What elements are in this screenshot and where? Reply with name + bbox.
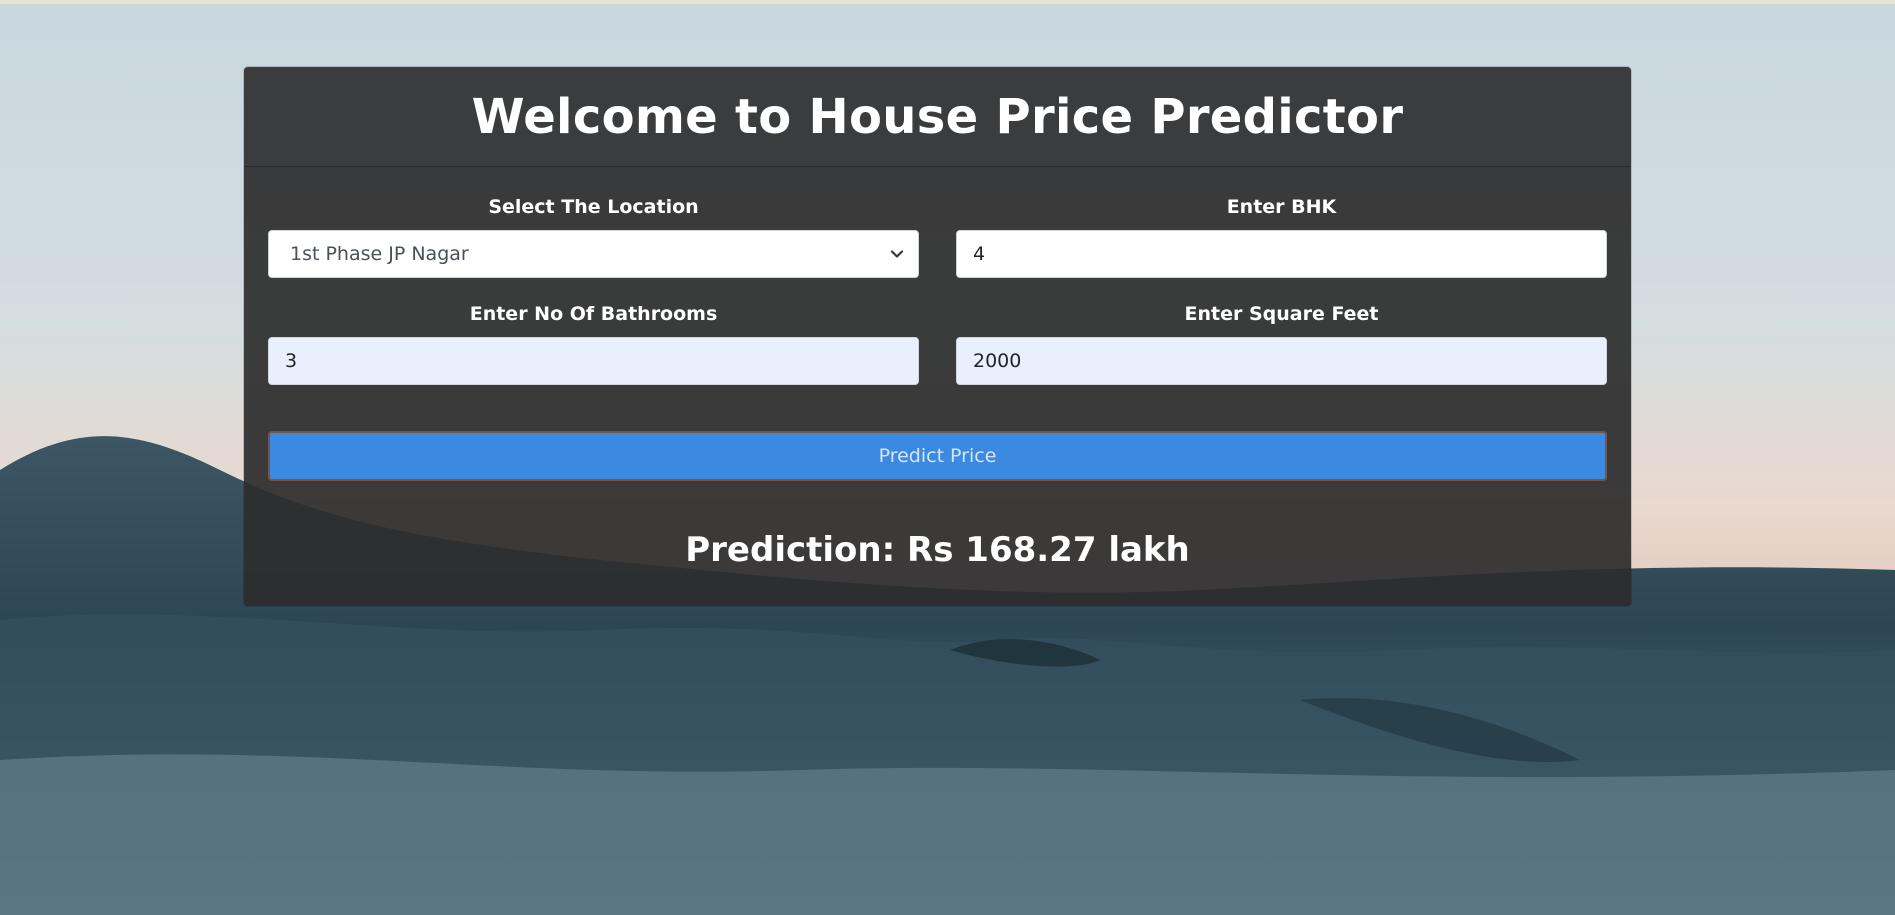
bathrooms-label: Enter No Of Bathrooms (469, 303, 718, 325)
sqft-field: Enter Square Feet 2000 (956, 302, 1607, 385)
location-select-value: 1st Phase JP Nagar (290, 243, 469, 265)
sqft-input[interactable]: 2000 (956, 337, 1607, 385)
chevron-down-icon (890, 250, 904, 258)
location-label: Select The Location (488, 196, 699, 218)
bhk-input[interactable]: 4 (956, 230, 1607, 278)
page-title: Welcome to House Price Predictor (471, 88, 1404, 145)
location-select[interactable]: 1st Phase JP Nagar (268, 230, 919, 278)
predict-price-button[interactable]: Predict Price (268, 431, 1607, 481)
prediction-result: Prediction: Rs 168.27 lakh (685, 530, 1190, 570)
sqft-input-value: 2000 (973, 350, 1022, 372)
bhk-field: Enter BHK 4 (956, 195, 1607, 278)
bhk-label: Enter BHK (1226, 196, 1337, 218)
bhk-input-value: 4 (973, 243, 986, 265)
location-field: Select The Location 1st Phase JP Nagar (268, 195, 919, 278)
bathrooms-input[interactable]: 3 (268, 337, 919, 385)
predictor-card: Welcome to House Price Predictor Select … (244, 67, 1631, 606)
card-header: Welcome to House Price Predictor (244, 67, 1631, 167)
sqft-label: Enter Square Feet (1184, 303, 1379, 325)
top-border-line (0, 0, 1895, 4)
bathrooms-input-value: 3 (285, 350, 298, 372)
bathrooms-field: Enter No Of Bathrooms 3 (268, 302, 919, 385)
